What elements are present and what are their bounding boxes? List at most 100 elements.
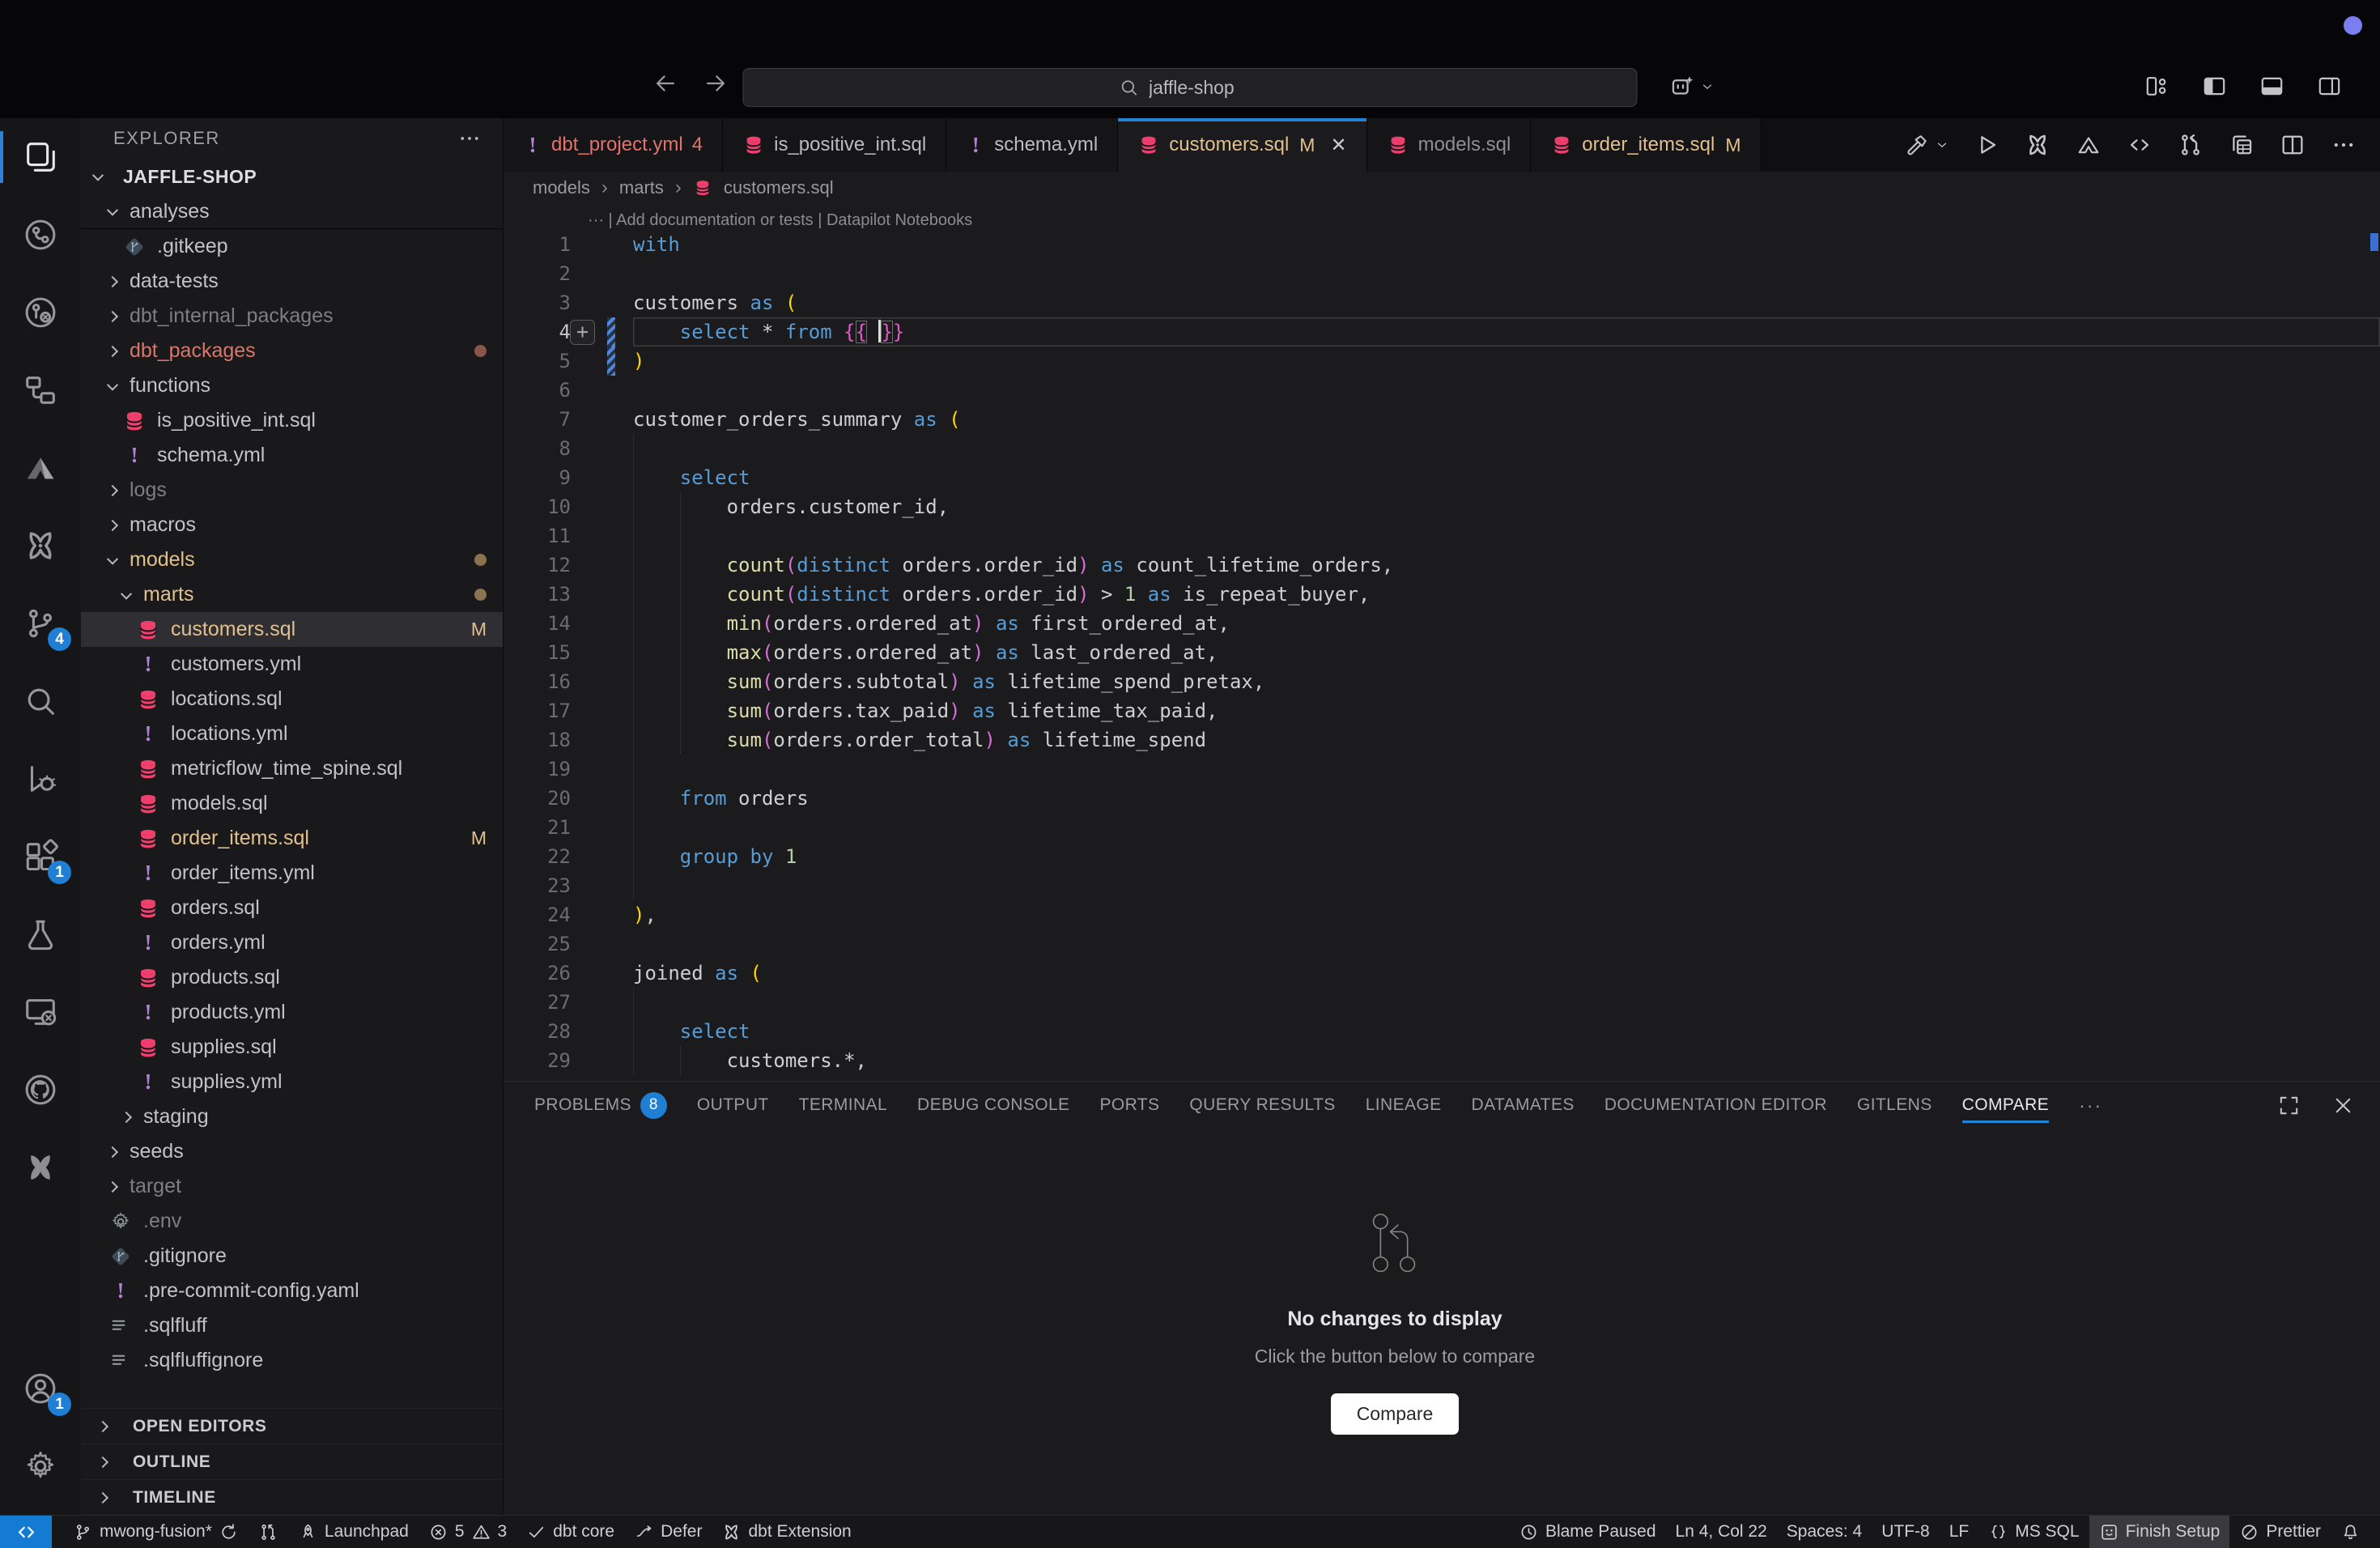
tree-item-customers-yml[interactable]: !customers.yml	[81, 647, 503, 682]
panel-tab-compare[interactable]: COMPARE	[1962, 1082, 2049, 1129]
status-cursor-position[interactable]: Ln 4, Col 22	[1666, 1516, 1777, 1548]
tree-item-logs[interactable]: logs	[81, 473, 503, 508]
panel-tab-gitlens[interactable]: GITLENS	[1857, 1082, 1932, 1129]
copilot-menu[interactable]	[1669, 73, 1715, 100]
tree-item-gitkeep[interactable]: .gitkeep	[81, 229, 503, 264]
panel-tab-debug-console[interactable]: DEBUG CONSOLE	[917, 1082, 1069, 1129]
section-timeline[interactable]: TIMELINE	[81, 1479, 503, 1515]
tree-item-staging[interactable]: staging	[81, 1099, 503, 1134]
command-center-search[interactable]	[743, 68, 1638, 107]
activity-item-dbt-power-user[interactable]	[0, 507, 81, 585]
activity-item-dbt-power-user-alt[interactable]	[0, 1129, 81, 1206]
status-branch[interactable]: mwong-fusion*	[63, 1516, 249, 1548]
tab-order-items-sql[interactable]: order_items.sql M	[1531, 118, 1761, 172]
inline-code-button[interactable]	[2126, 131, 2153, 159]
panel-tab-ports[interactable]: PORTS	[1099, 1082, 1159, 1129]
status-finish-setup[interactable]: Finish Setup	[2089, 1516, 2230, 1548]
activity-item-extensions[interactable]: 1	[0, 818, 81, 895]
tree-item-schema-yml[interactable]: !schema.yml	[81, 438, 503, 473]
activity-item-remote-explorer[interactable]	[0, 973, 81, 1051]
tree-item-supplies-yml[interactable]: !supplies.yml	[81, 1065, 503, 1099]
status-problems[interactable]: 53	[419, 1516, 516, 1548]
tree-item-locations-sql[interactable]: locations.sql	[81, 682, 503, 717]
status-launchpad[interactable]: Launchpad	[288, 1516, 419, 1548]
breadcrumb-file[interactable]: customers.sql	[724, 177, 834, 198]
panel-tabs-overflow[interactable]: ···	[2079, 1095, 2102, 1116]
status-blame[interactable]: Blame Paused	[1509, 1516, 1666, 1548]
compare-button[interactable]: Compare	[1331, 1393, 1460, 1435]
tree-item-products-sql[interactable]: products.sql	[81, 960, 503, 995]
status-compare-changes[interactable]	[249, 1516, 288, 1548]
add-line-button[interactable]: +	[570, 320, 595, 345]
breadcrumb-item[interactable]: models	[533, 177, 590, 198]
history-back-icon[interactable]	[652, 70, 679, 97]
split-editor-button[interactable]	[2279, 131, 2306, 159]
activity-item-run-and-debug[interactable]	[0, 740, 81, 818]
activity-item-accounts[interactable]: 1	[0, 1350, 81, 1427]
panel-tab-problems[interactable]: PROBLEMS 8	[534, 1082, 667, 1129]
tree-item-models-sql[interactable]: models.sql	[81, 786, 503, 821]
status-prettier[interactable]: Prettier	[2229, 1516, 2331, 1548]
tab-models-sql[interactable]: models.sql	[1367, 118, 1532, 172]
tree-item-locations-yml[interactable]: !locations.yml	[81, 717, 503, 751]
tree-item-customers-sql[interactable]: customers.sqlM	[81, 612, 503, 647]
tree-item-sqlfluff[interactable]: .sqlfluff	[81, 1308, 503, 1343]
tree-item-marts[interactable]: marts	[81, 577, 503, 612]
activity-item-settings[interactable]	[0, 1427, 81, 1505]
search-input[interactable]	[1149, 77, 1262, 99]
toggle-panel-icon[interactable]	[2259, 73, 2285, 100]
run-button[interactable]	[1973, 131, 2000, 159]
activity-item-schema-lineage[interactable]	[0, 351, 81, 429]
status-notifications[interactable]	[2331, 1516, 2370, 1548]
tree-item-sqlfluffignore[interactable]: .sqlfluffignore	[81, 1343, 503, 1378]
overview-ruler[interactable]	[2369, 204, 2380, 1081]
history-forward-icon[interactable]	[702, 70, 729, 97]
query-results-button[interactable]	[2228, 131, 2255, 159]
tree-item-order-items-yml[interactable]: !order_items.yml	[81, 856, 503, 891]
tree-item-metricflow-time-spine-sql[interactable]: metricflow_time_spine.sql	[81, 751, 503, 786]
code-editor[interactable]: ··· | Add documentation or tests | Datap…	[504, 204, 2380, 1081]
tree-item-env[interactable]: .env	[81, 1204, 503, 1239]
more-actions-icon[interactable]	[457, 126, 482, 151]
close-icon[interactable]: ✕	[1330, 134, 1346, 157]
tree-item-dbt-internal-packages[interactable]: dbt_internal_packages	[81, 299, 503, 334]
activity-item-source-control[interactable]: 4	[0, 585, 81, 662]
panel-tab-datamates[interactable]: DATAMATES	[1472, 1082, 1575, 1129]
tree-item-target[interactable]: target	[81, 1169, 503, 1204]
panel-tab-terminal[interactable]: TERMINAL	[799, 1082, 887, 1129]
activity-item-github[interactable]	[0, 1051, 81, 1129]
datapilot-sm-button[interactable]	[2075, 131, 2102, 159]
tree-item-orders-yml[interactable]: !orders.yml	[81, 925, 503, 960]
activity-item-source-control-remote[interactable]	[0, 274, 81, 351]
tab-customers-sql[interactable]: customers.sql M ✕	[1118, 118, 1366, 172]
tab-schema-yml[interactable]: ! schema.yml	[946, 118, 1118, 172]
status-language-mode[interactable]: MS SQL	[1978, 1516, 2089, 1548]
section-outline[interactable]: OUTLINE	[81, 1444, 503, 1479]
build-button[interactable]	[1903, 131, 1949, 159]
tab-is-positive-int-sql[interactable]: is_positive_int.sql	[723, 118, 946, 172]
tree-item-gitignore[interactable]: .gitignore	[81, 1239, 503, 1274]
tree-item-data-tests[interactable]: data-tests	[81, 264, 503, 299]
tab-dbt-project-yml[interactable]: ! dbt_project.yml 4	[504, 118, 723, 172]
tree-item-orders-sql[interactable]: orders.sql	[81, 891, 503, 925]
project-root-row[interactable]: JAFFLE-SHOP	[81, 159, 503, 194]
status-defer[interactable]: Defer	[624, 1516, 712, 1548]
more-button[interactable]	[2330, 131, 2357, 159]
panel-tab-query-results[interactable]: QUERY RESULTS	[1189, 1082, 1335, 1129]
breadcrumb[interactable]: models›marts› customers.sql	[504, 172, 2380, 204]
remote-indicator[interactable]	[0, 1516, 52, 1548]
status-dbt-core[interactable]: dbt core	[516, 1516, 624, 1548]
status-eol[interactable]: LF	[1940, 1516, 1979, 1548]
activity-item-datapilot[interactable]	[0, 429, 81, 507]
dbt-power-user-button[interactable]	[2024, 131, 2051, 159]
tree-item-macros[interactable]: macros	[81, 508, 503, 542]
panel-tab-output[interactable]: OUTPUT	[697, 1082, 769, 1129]
tree-item-seeds[interactable]: seeds	[81, 1134, 503, 1169]
activity-item-search[interactable]	[0, 662, 81, 740]
toggle-primary-sidebar-icon[interactable]	[2201, 73, 2228, 100]
tree-item-functions[interactable]: functions	[81, 368, 503, 403]
tree-item-pre-commit-config-yaml[interactable]: !.pre-commit-config.yaml	[81, 1274, 503, 1308]
close-panel-icon[interactable]	[2331, 1093, 2356, 1118]
tree-item-analyses[interactable]: analyses	[81, 194, 503, 229]
tree-item-supplies-sql[interactable]: supplies.sql	[81, 1030, 503, 1065]
